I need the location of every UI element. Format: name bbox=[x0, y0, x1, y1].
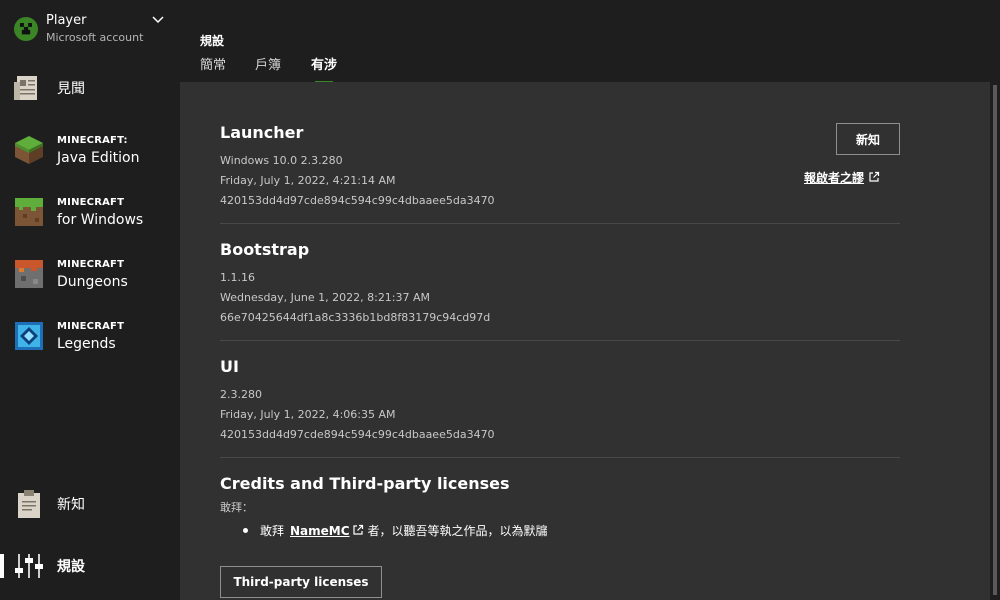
version-text: Windows 10.0 2.3.280 bbox=[220, 154, 343, 167]
divider bbox=[220, 340, 900, 341]
sliders-icon bbox=[15, 554, 43, 578]
chevron-down-icon[interactable] bbox=[151, 13, 165, 27]
tab-label: 戶簿 bbox=[255, 58, 282, 73]
bootstrap-section: Bootstrap 1.1.16 Wednesday, June 1, 2022… bbox=[220, 240, 900, 328]
section-title: UI bbox=[220, 357, 239, 376]
version-text: 2.3.280 bbox=[220, 388, 262, 401]
account-switcher[interactable]: Player Microsoft account bbox=[0, 0, 180, 60]
sidebar: Player Microsoft account 見聞 MINECRAFT: J… bbox=[0, 0, 180, 600]
version-text: 1.1.16 bbox=[220, 271, 255, 284]
sidebar-item-label: 新知 bbox=[57, 497, 85, 513]
commit-hash-text: 66e70425644df1a8c3336b1bd8f83179c94cd97d bbox=[220, 311, 491, 324]
tab-about[interactable]: 有涉 bbox=[311, 54, 338, 84]
tab-general[interactable]: 簡常 bbox=[200, 54, 226, 82]
external-link-icon bbox=[352, 524, 363, 535]
section-title: Launcher bbox=[220, 123, 304, 142]
page-header: 規設 簡常 戶簿 有涉 bbox=[180, 0, 1000, 84]
section-title: Bootstrap bbox=[220, 240, 310, 259]
divider bbox=[220, 457, 900, 458]
sidebar-item-label: 規設 bbox=[57, 559, 85, 575]
credits-section: Credits and Third-party licenses bbox=[220, 474, 900, 502]
build-date-text: Friday, July 1, 2022, 4:21:14 AM bbox=[220, 174, 396, 187]
sidebar-item-java-edition[interactable]: MINECRAFT: Java Edition bbox=[0, 122, 180, 178]
clipboard-icon bbox=[18, 490, 40, 518]
credits-suffix: 者，以聽吾等執之作品，以為默牖 bbox=[367, 524, 548, 538]
sidebar-item-whats-new[interactable]: 新知 bbox=[0, 476, 180, 532]
commit-hash-text: 420153dd4d97cde894c594c99c4dbaaee5da3470 bbox=[220, 194, 495, 207]
sidebar-item-settings[interactable]: 規設 bbox=[0, 538, 180, 594]
page-title: 規設 bbox=[200, 34, 225, 48]
report-bug-link[interactable]: 報啟者之謬 bbox=[804, 169, 880, 186]
sidebar-item-brand: MINECRAFT bbox=[57, 259, 125, 270]
divider bbox=[220, 223, 900, 224]
sidebar-item-label: 見聞 bbox=[57, 81, 85, 97]
third-party-licenses-button[interactable]: Third-party licenses bbox=[220, 566, 382, 598]
sidebar-item-for-windows[interactable]: MINECRAFT for Windows bbox=[0, 184, 180, 240]
whats-new-button[interactable]: 新知 bbox=[836, 123, 900, 155]
sidebar-item-dungeons[interactable]: MINECRAFT Dungeons bbox=[0, 246, 180, 302]
creeper-avatar-icon bbox=[14, 17, 38, 41]
credits-prefix: 敢拜 bbox=[260, 524, 285, 538]
grass-block-flat-icon bbox=[15, 198, 43, 226]
sidebar-item-label: Dungeons bbox=[57, 274, 128, 290]
external-link-icon bbox=[869, 171, 880, 182]
sidebar-item-brand: MINECRAFT: bbox=[57, 135, 128, 146]
grass-block-icon bbox=[15, 136, 43, 164]
account-name: Player bbox=[46, 13, 87, 28]
sidebar-item-label: for Windows bbox=[57, 212, 144, 228]
tab-label: 有涉 bbox=[311, 58, 338, 73]
tab-label: 簡常 bbox=[200, 58, 227, 73]
report-bug-label: 報啟者之謬 bbox=[804, 171, 865, 185]
dungeons-block-icon bbox=[15, 260, 43, 288]
launcher-section: Launcher Windows 10.0 2.3.280 Friday, Ju… bbox=[220, 123, 900, 211]
sidebar-item-label: Java Edition bbox=[57, 150, 140, 166]
commit-hash-text: 420153dd4d97cde894c594c99c4dbaaee5da3470 bbox=[220, 428, 495, 441]
bullet bbox=[243, 528, 248, 533]
build-date-text: Friday, July 1, 2022, 4:06:35 AM bbox=[220, 408, 396, 421]
namemc-link[interactable]: NameMC bbox=[290, 524, 350, 538]
credits-subtitle: 敢拜： bbox=[220, 501, 253, 514]
sidebar-item-news[interactable]: 見聞 bbox=[0, 60, 180, 116]
account-type: Microsoft account bbox=[46, 31, 144, 44]
tab-accounts[interactable]: 戶簿 bbox=[255, 54, 281, 82]
scrollbar-thumb[interactable] bbox=[993, 85, 997, 595]
ui-section: UI 2.3.280 Friday, July 1, 2022, 4:06:35… bbox=[220, 357, 900, 445]
sidebar-item-brand: MINECRAFT bbox=[57, 321, 125, 332]
legends-block-icon bbox=[15, 322, 43, 350]
sidebar-item-legends[interactable]: MINECRAFT Legends bbox=[0, 308, 180, 364]
credits-list-item: 敢拜 NameMC 者，以聽吾等執之作品，以為默牖 bbox=[243, 522, 548, 539]
credits-item-text: 敢拜 NameMC 者，以聽吾等執之作品，以為默牖 bbox=[260, 524, 548, 538]
section-title: Credits and Third-party licenses bbox=[220, 474, 510, 493]
newspaper-icon bbox=[14, 76, 37, 100]
sidebar-item-label: Legends bbox=[57, 336, 116, 352]
build-date-text: Wednesday, June 1, 2022, 8:21:37 AM bbox=[220, 291, 431, 304]
active-indicator bbox=[0, 554, 4, 578]
sidebar-item-brand: MINECRAFT bbox=[57, 197, 125, 208]
